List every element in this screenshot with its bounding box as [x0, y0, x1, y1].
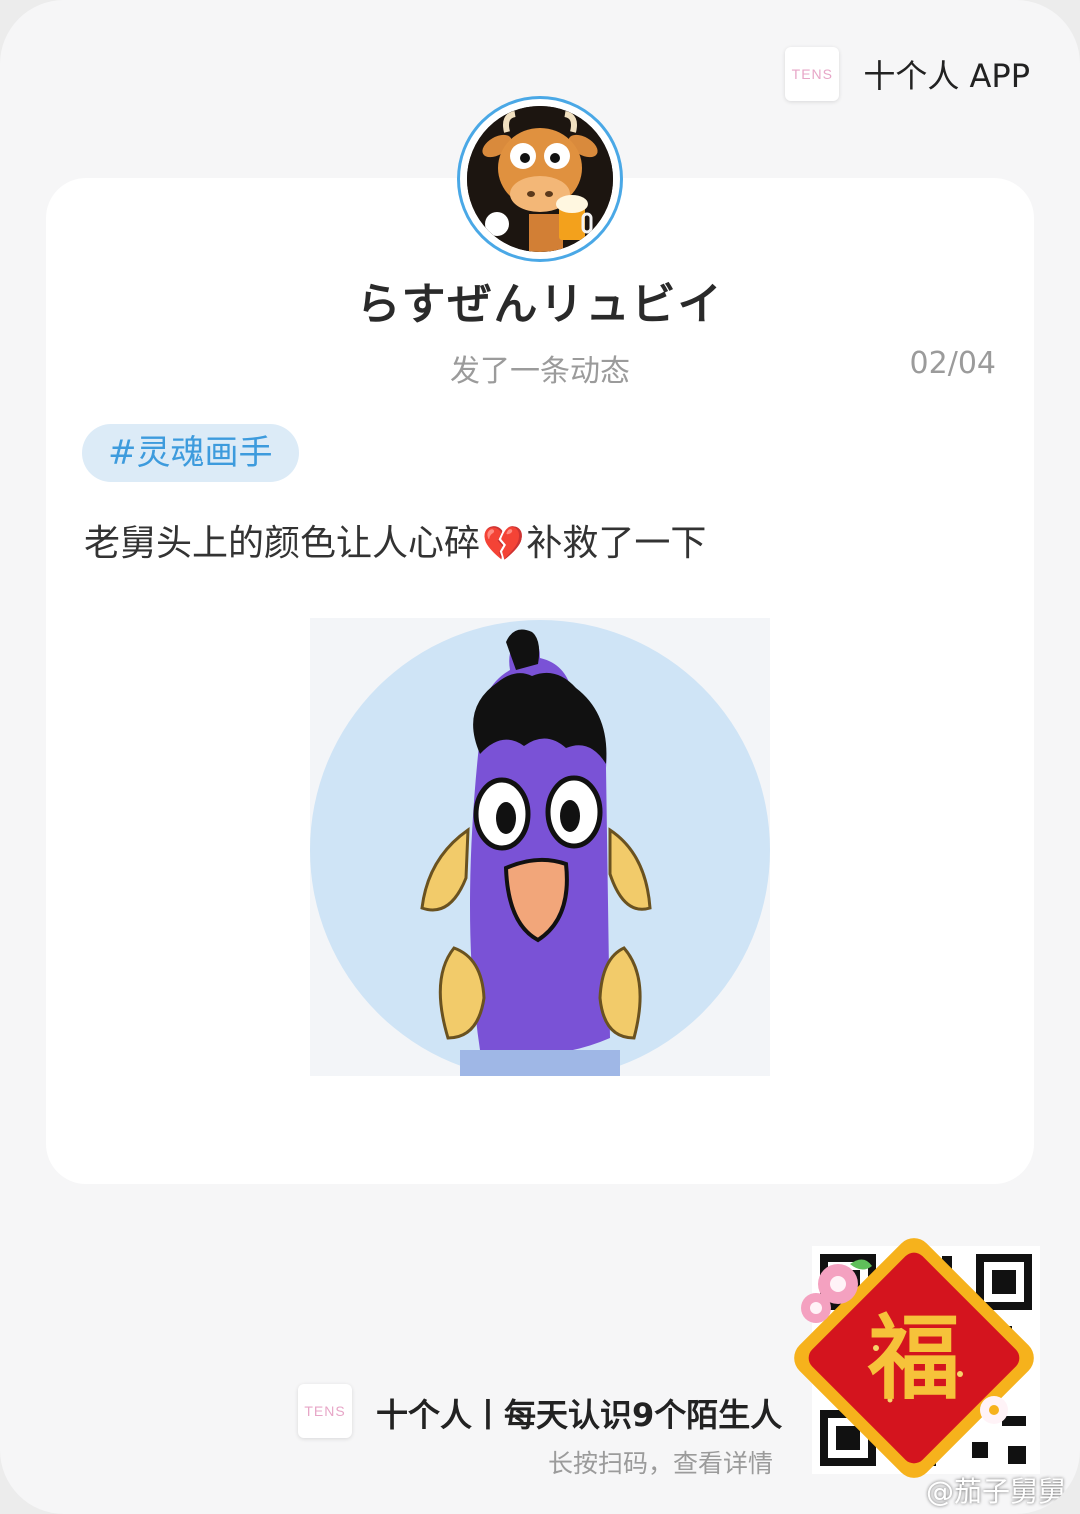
post-username[interactable]: らすぜんリュビイ — [0, 268, 1080, 332]
share-poster: TENS 十个人 APP らすぜんリュビイ 发了一条动态 02/04 #灵魂画手… — [0, 0, 1080, 1514]
post-text-before: 老舅头上的颜色让人心碎 — [84, 523, 481, 564]
post-text-after: 补救了一下 — [526, 523, 707, 564]
fu-sticker: 福 — [780, 1224, 1048, 1492]
cow-avatar-icon — [467, 106, 613, 252]
watermark-text: @茄子舅舅 — [925, 1475, 1066, 1508]
footer-tens-logo: TENS — [298, 1384, 352, 1438]
app-badge[interactable]: TENS 十个人 APP — [785, 46, 1030, 102]
avatar[interactable] — [457, 96, 623, 262]
eggplant-illustration-icon — [310, 618, 770, 1080]
footer-title: 十个人丨每天认识9个陌生人 — [376, 1396, 783, 1434]
tens-logo: TENS — [785, 47, 840, 101]
fu-character: 福 — [867, 1305, 960, 1412]
post-date: 02/04 — [909, 346, 996, 381]
app-name: 十个人 APP — [863, 57, 1030, 95]
post-image[interactable] — [310, 618, 770, 1080]
topic-tag[interactable]: #灵魂画手 — [82, 424, 299, 482]
fu-sticker-icon: 福 — [794, 1238, 1034, 1478]
footer-subtitle: 长按扫码，查看详情 — [548, 1449, 774, 1478]
weibo-watermark: 微博@茄子舅舅 — [926, 1470, 1066, 1510]
broken-heart-icon: 💔 — [482, 524, 525, 564]
post-text: 老舅头上的颜色让人心碎💔补救了一下 — [84, 514, 706, 566]
